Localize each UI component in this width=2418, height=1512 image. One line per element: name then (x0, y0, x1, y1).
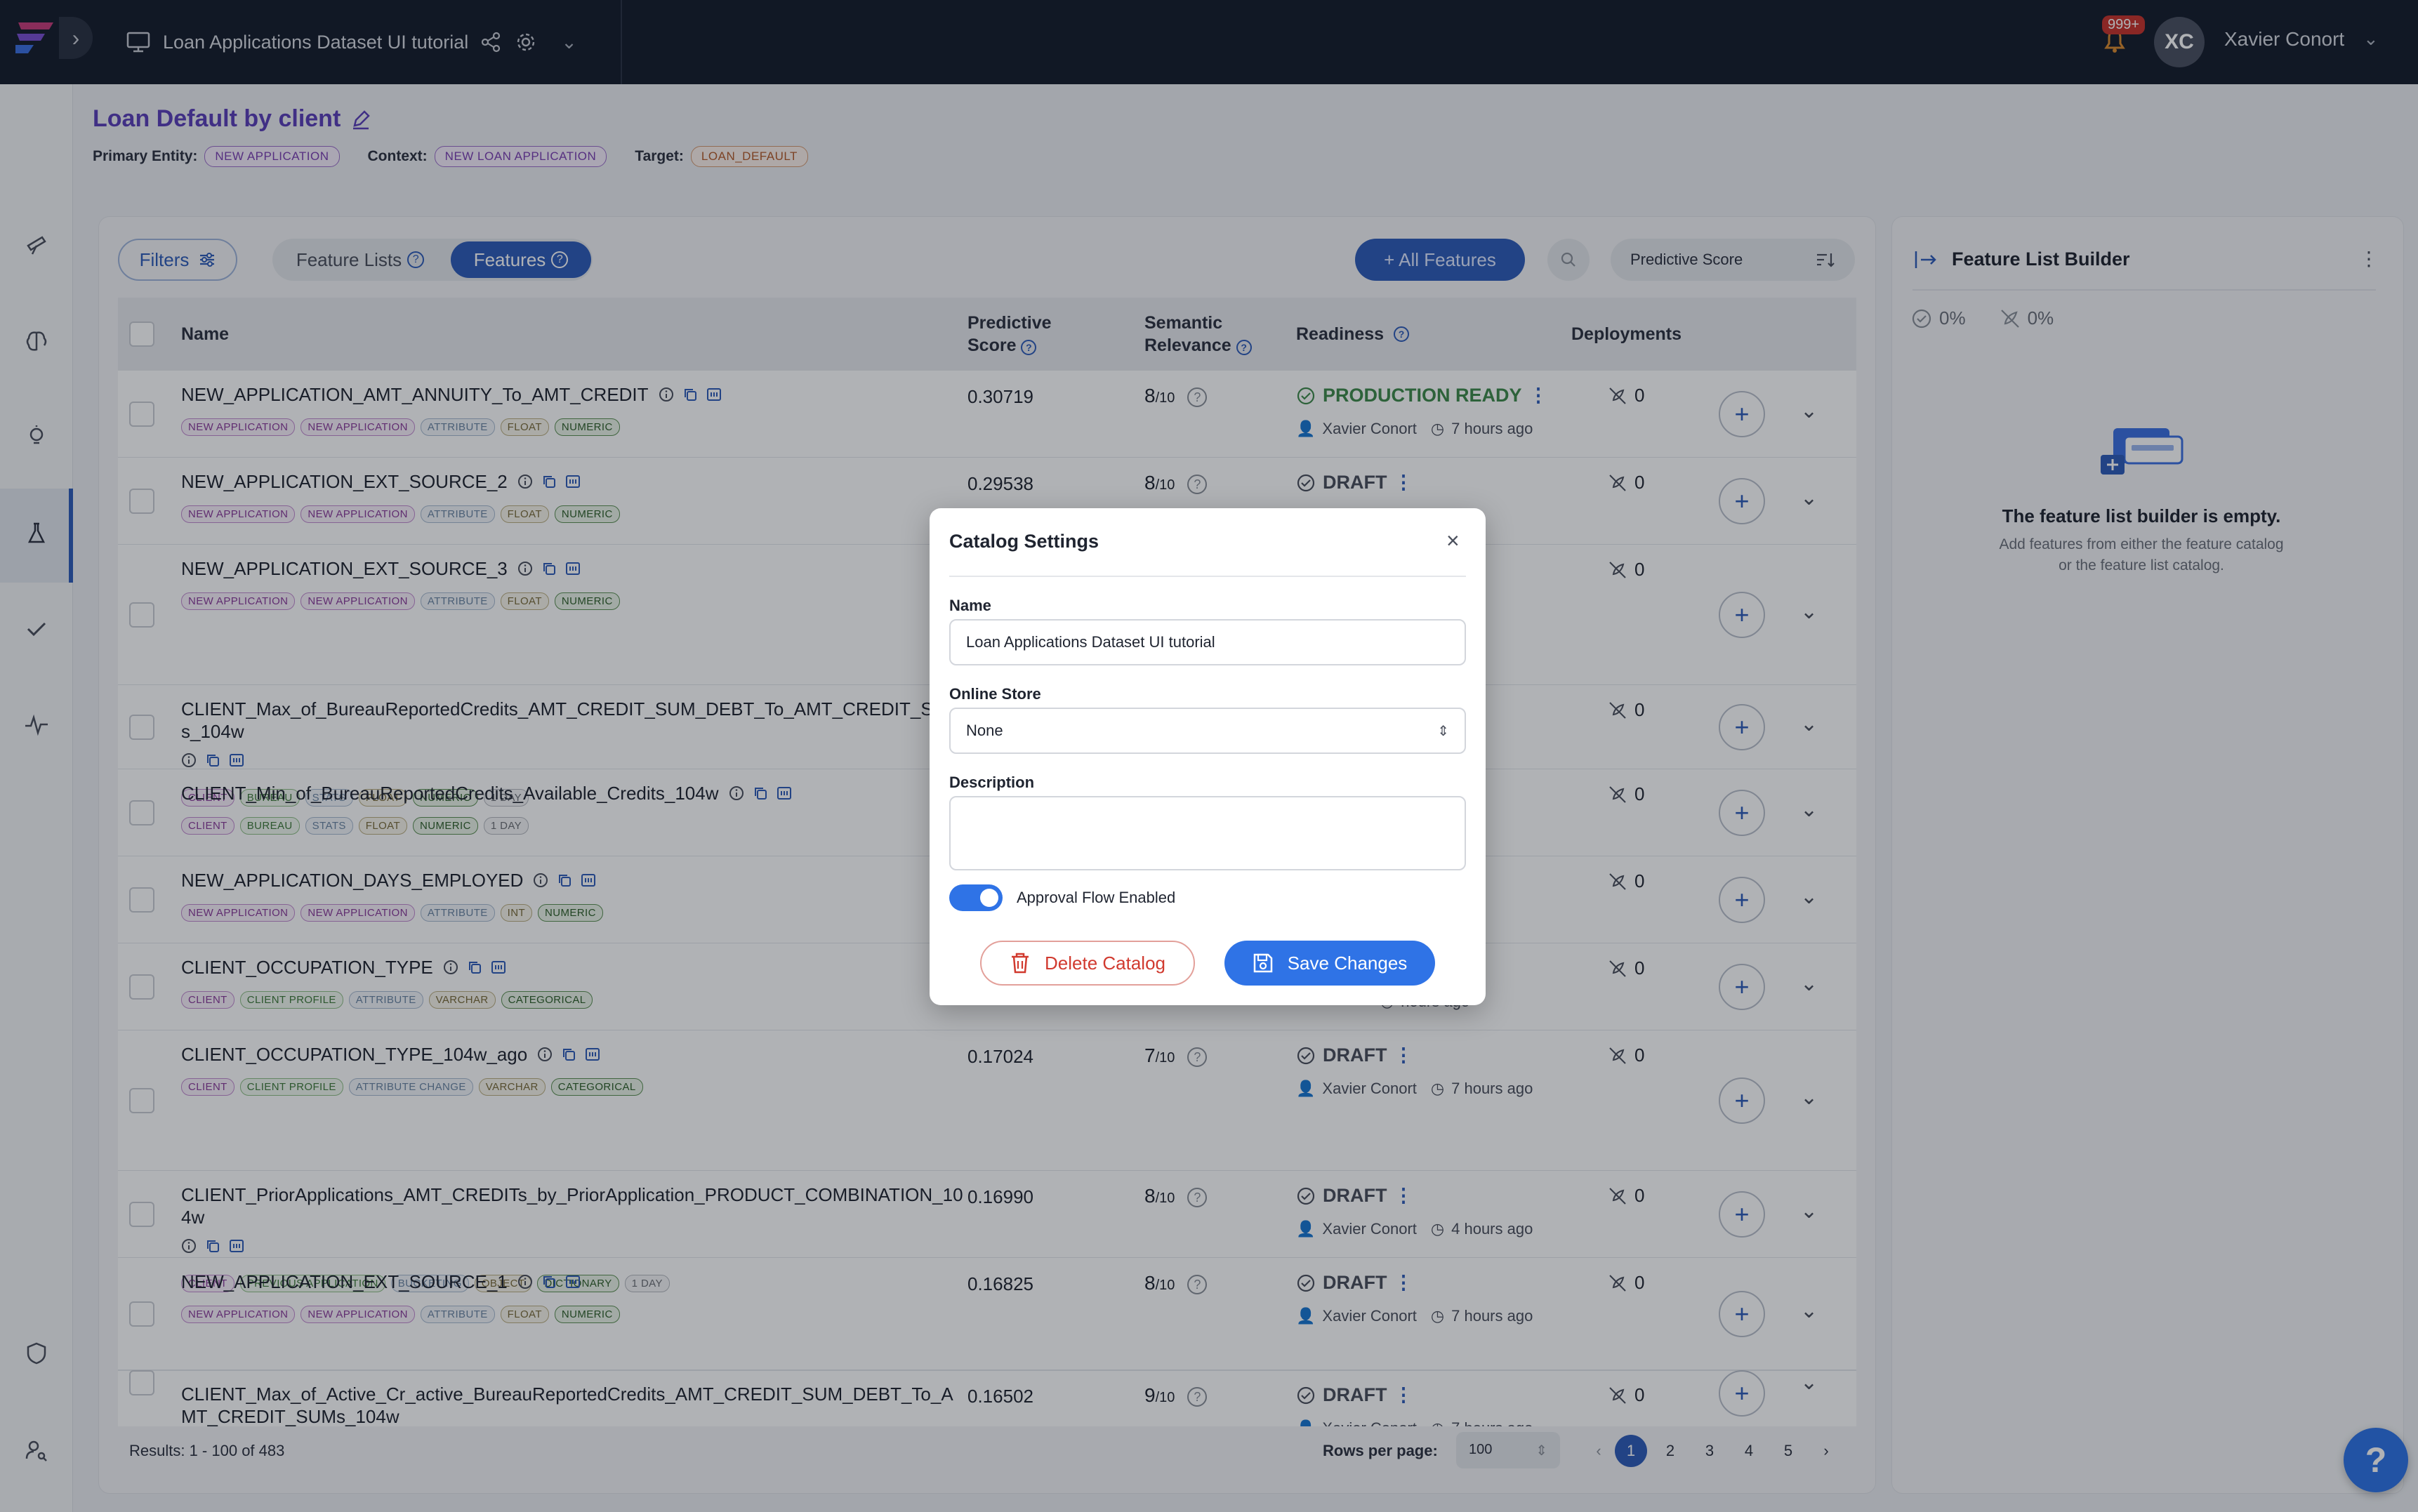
online-store-value: None (966, 722, 1003, 739)
approval-flow-toggle[interactable] (949, 884, 1003, 911)
dialog-divider (949, 576, 1466, 577)
dialog-title: Catalog Settings (949, 531, 1099, 552)
save-changes-label: Save Changes (1287, 952, 1408, 974)
delete-catalog-button[interactable]: Delete Catalog (980, 941, 1195, 986)
name-label: Name (949, 597, 991, 614)
online-store-label: Online Store (949, 685, 1041, 703)
name-field-value: Loan Applications Dataset UI tutorial (966, 633, 1215, 651)
online-store-select[interactable]: None ⇕ (949, 708, 1466, 754)
name-field[interactable]: Loan Applications Dataset UI tutorial (949, 619, 1466, 665)
approval-flow-label: Approval Flow Enabled (1017, 889, 1176, 906)
delete-catalog-label: Delete Catalog (1045, 952, 1165, 974)
save-changes-button[interactable]: Save Changes (1224, 941, 1435, 986)
catalog-settings-dialog: Catalog Settings × Name Loan Application… (930, 508, 1486, 1005)
trash-icon (1012, 953, 1029, 974)
description-label: Description (949, 774, 1035, 791)
description-field[interactable] (949, 796, 1466, 870)
close-icon[interactable]: × (1446, 528, 1460, 554)
save-icon (1253, 953, 1272, 973)
up-down-icon: ⇕ (1437, 723, 1449, 739)
